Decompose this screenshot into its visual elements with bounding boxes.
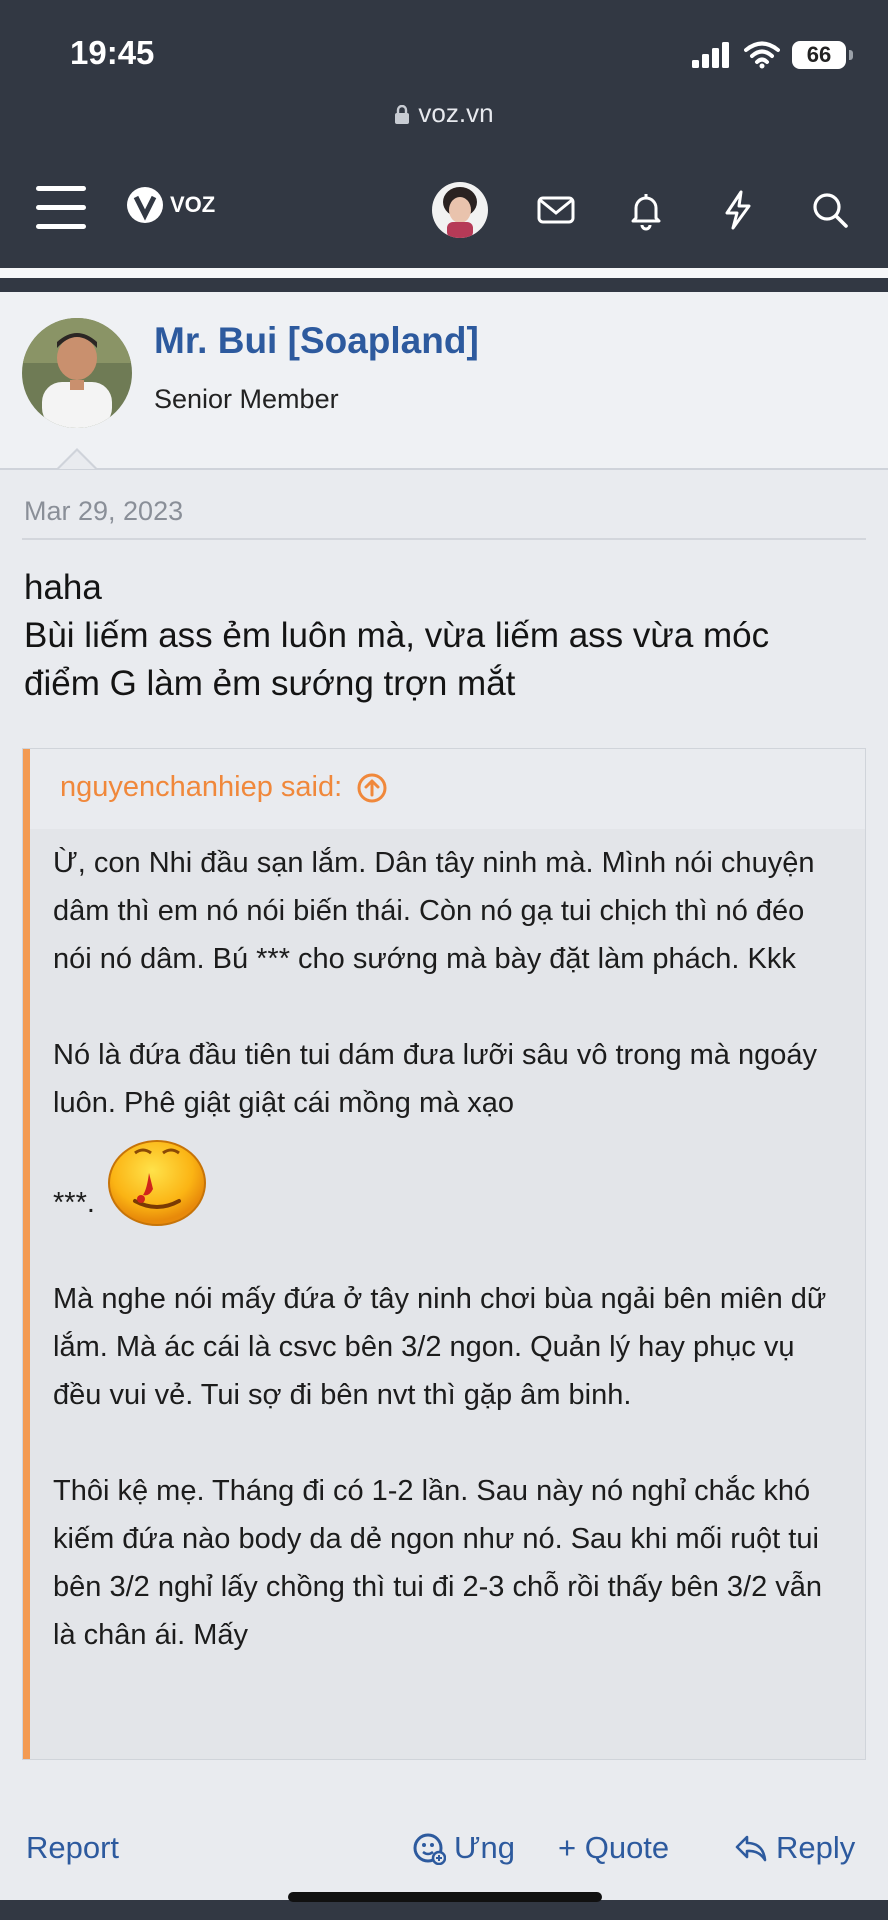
search-icon[interactable] — [808, 188, 852, 232]
report-button[interactable]: Report — [26, 1830, 119, 1866]
battery-level: 66 — [806, 42, 832, 67]
lightning-icon[interactable] — [716, 188, 760, 232]
post-message: haha Bùi liếm ass ẻm luôn mà, vừa liếm a… — [24, 564, 868, 708]
reply-button[interactable]: Reply — [734, 1830, 855, 1866]
wifi-icon — [744, 41, 780, 69]
reply-arrow-icon — [735, 1835, 767, 1862]
quote-paragraph: Ừ, con Nhi đầu sạn lắm. Dân tây ninh mà.… — [53, 847, 815, 975]
bell-icon[interactable] — [624, 188, 668, 232]
bottom-bar — [0, 1900, 888, 1920]
author-title: Senior Member — [154, 384, 339, 414]
post-card: Mr. Bui [Soapland] Senior Member Mar 29,… — [0, 292, 888, 1892]
browser-header: 19:45 66 voz.vn voz — [0, 0, 888, 268]
logo-text: voz — [170, 192, 216, 217]
react-button[interactable]: Ưng — [412, 1830, 515, 1866]
divider — [0, 268, 888, 278]
quote-paragraph-with-emoji: ***. — [53, 1133, 843, 1227]
signal-icon — [692, 42, 729, 68]
react-label: Ưng — [454, 1830, 515, 1865]
account-avatar[interactable] — [432, 182, 488, 238]
url-text: voz.vn — [418, 98, 494, 128]
quote-content: Ừ, con Nhi đầu sạn lắm. Dân tây ninh mà.… — [53, 839, 843, 1659]
quote-paragraph: Mà nghe nói mấy đứa ở tây ninh chơi bùa … — [53, 1283, 827, 1411]
author-avatar[interactable] — [22, 318, 132, 428]
quote-author[interactable]: nguyenchanhiep said: — [60, 771, 342, 804]
divider — [22, 538, 866, 540]
message-line: haha — [24, 568, 102, 607]
voz-logo-icon — [127, 187, 163, 223]
divider — [0, 278, 888, 292]
message-line: Bùi liếm ass ẻm luôn mà, vừa liếm ass vừ… — [24, 616, 770, 655]
menu-icon[interactable] — [36, 186, 86, 229]
speech-arrow — [57, 448, 97, 469]
inbox-icon[interactable] — [534, 188, 578, 232]
report-label: Report — [26, 1830, 120, 1865]
quote-paragraph: Nó là đứa đầu tiên tui dám đưa lưỡi sâu … — [53, 1039, 818, 1119]
quote-header[interactable]: nguyenchanhiep said: — [30, 749, 865, 829]
quote-paragraph: Thôi kệ mẹ. Tháng đi có 1-2 lần. Sau này… — [53, 1475, 823, 1651]
author-name[interactable]: Mr. Bui [Soapland] — [154, 320, 479, 362]
battery-indicator: 66 — [792, 41, 853, 69]
home-indicator[interactable] — [288, 1892, 602, 1902]
quote-paragraph: ***. — [53, 1187, 95, 1219]
status-icons: 66 — [692, 38, 853, 72]
reply-label: Reply — [776, 1830, 856, 1865]
quote-button[interactable]: + Quote — [558, 1830, 669, 1866]
nosebleed-emoji-icon — [107, 1140, 206, 1226]
message-line: điểm G làm ẻm sướng trợn mắt — [24, 664, 516, 703]
post-actions: Report Ưng + Quote Reply — [0, 1822, 888, 1878]
site-logo[interactable]: voz — [126, 186, 215, 224]
post-user-header: Mr. Bui [Soapland] Senior Member — [0, 292, 888, 470]
quote-accent-bar — [23, 749, 30, 1759]
smile-icon — [413, 1833, 446, 1865]
status-time: 19:45 — [70, 34, 155, 71]
arrow-up-circle-icon[interactable] — [356, 772, 388, 804]
lock-icon — [395, 105, 410, 125]
site-nav: voz — [0, 172, 888, 246]
quote-block: nguyenchanhiep said: Ừ, con Nhi đầu sạn … — [22, 748, 866, 1760]
post-date[interactable]: Mar 29, 2023 — [24, 496, 183, 527]
address-bar[interactable]: voz.vn — [0, 98, 888, 129]
quote-label: + Quote — [558, 1830, 670, 1865]
